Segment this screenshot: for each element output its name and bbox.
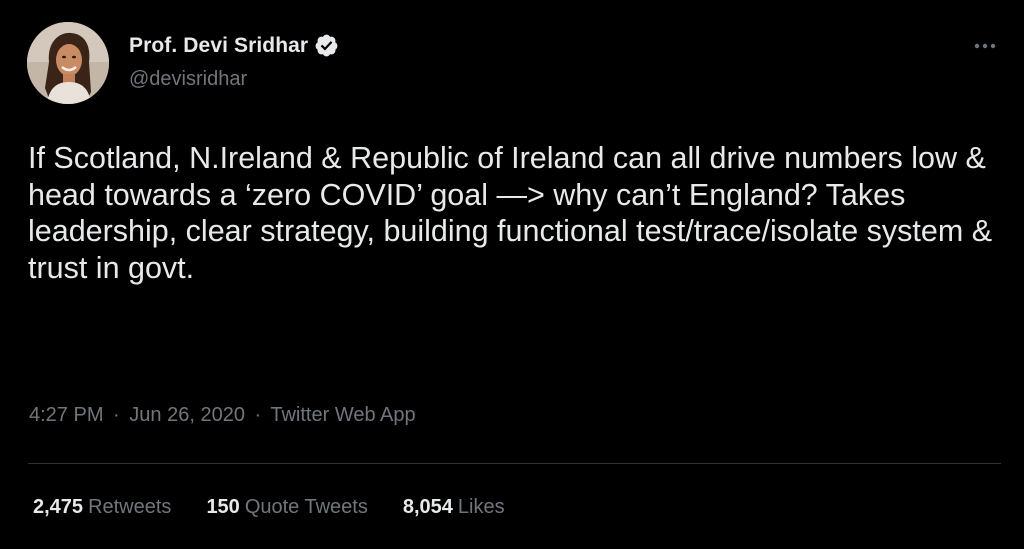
author-handle[interactable]: @devisridhar (129, 68, 247, 91)
tweet-meta: 4:27 PM · Jun 26, 2020 · Twitter Web App (29, 404, 416, 427)
tweet-date[interactable]: Jun 26, 2020 (129, 404, 245, 426)
tweet-card: Prof. Devi Sridhar @devisridhar If Scotl… (0, 0, 1024, 549)
more-options-icon[interactable] (971, 36, 999, 56)
likes-stat[interactable]: 8,054 Likes (403, 496, 505, 519)
tweet-text: If Scotland, N.Ireland & Republic of Ire… (28, 141, 1001, 285)
profile-photo (27, 22, 109, 104)
author-display-name[interactable]: Prof. Devi Sridhar (129, 34, 308, 58)
likes-label: Likes (457, 496, 505, 518)
tweet-time[interactable]: 4:27 PM (29, 404, 103, 426)
tweet-source[interactable]: Twitter Web App (270, 404, 415, 426)
quote-tweets-label: Quote Tweets (244, 496, 368, 518)
divider (28, 463, 1001, 464)
retweets-stat[interactable]: 2,475 Retweets (33, 496, 171, 519)
quote-tweets-count: 150 (206, 496, 240, 518)
verified-badge-icon (315, 34, 338, 57)
retweets-label: Retweets (88, 496, 172, 518)
quote-tweets-stat[interactable]: 150 Quote Tweets (206, 496, 367, 519)
meta-separator: · (254, 404, 262, 426)
avatar[interactable] (27, 22, 109, 104)
tweet-stats: 2,475 Retweets 150 Quote Tweets 8,054 Likes (33, 496, 540, 519)
meta-separator: · (113, 404, 120, 426)
likes-count: 8,054 (402, 496, 453, 518)
retweets-count: 2,475 (33, 496, 84, 518)
author-name-row: Prof. Devi Sridhar (129, 33, 339, 58)
